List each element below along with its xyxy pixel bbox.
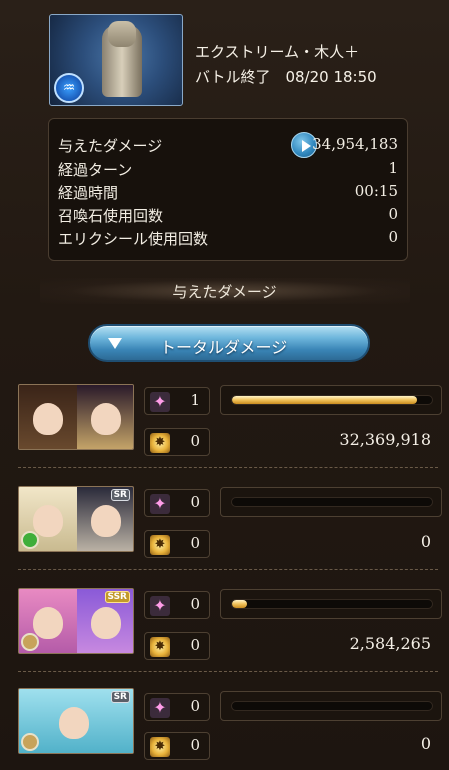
character-face bbox=[91, 505, 121, 537]
row-divider bbox=[18, 467, 438, 468]
light-element-icon bbox=[21, 633, 39, 651]
summary-label: エリクシール使用回数 bbox=[58, 230, 209, 248]
sparkle-icon: ✦ bbox=[150, 596, 170, 616]
damage-bar-fill bbox=[232, 396, 418, 404]
damage-bar-track bbox=[231, 599, 433, 609]
character-face bbox=[33, 505, 63, 537]
ougi-count: 0 bbox=[190, 636, 200, 654]
ougi-count: 0 bbox=[190, 736, 200, 754]
ougi-count-badge: ✸ 0 bbox=[144, 732, 210, 760]
damage-bar-track bbox=[231, 497, 433, 507]
damage-value: 0 bbox=[420, 532, 431, 551]
ougi-count: 0 bbox=[190, 534, 200, 552]
damage-value: 32,369,918 bbox=[339, 430, 431, 449]
total-damage-label: トータルダメージ bbox=[160, 338, 288, 357]
ougi-count-badge: ✸ 0 bbox=[144, 632, 210, 660]
burst-icon: ✸ bbox=[150, 433, 170, 453]
damage-bar bbox=[220, 487, 442, 517]
skill-count: 1 bbox=[190, 391, 200, 409]
burst-icon: ✸ bbox=[150, 637, 170, 657]
character-portrait[interactable] bbox=[18, 384, 134, 450]
character-portrait[interactable]: SR bbox=[18, 688, 134, 754]
summary-row-elixir: エリクシール使用回数 0 bbox=[58, 228, 398, 250]
skill-count-badge: ✦ 0 bbox=[144, 693, 210, 721]
party-member-row: SR ✦ 0 ✸ 0 0 bbox=[0, 688, 449, 770]
water-element-icon: ♒ bbox=[54, 73, 84, 103]
skill-count-badge: ✦ 0 bbox=[144, 591, 210, 619]
damage-bar bbox=[220, 385, 442, 415]
row-divider bbox=[18, 569, 438, 570]
battle-summary-panel: 与えたダメージ 34,954,183 経過ターン 1 経過時間 00:15 召喚… bbox=[48, 118, 408, 261]
party-member-row: SSR ✦ 0 ✸ 0 2,584,265 bbox=[0, 586, 449, 688]
rarity-badge: SR bbox=[110, 691, 130, 703]
quest-title: エクストリーム・木人＋ bbox=[195, 43, 360, 61]
burst-icon: ✸ bbox=[150, 535, 170, 555]
triangle-down-icon bbox=[108, 338, 122, 349]
character-portrait[interactable]: SSR bbox=[18, 588, 134, 654]
skill-count-badge: ✦ 0 bbox=[144, 489, 210, 517]
training-dummy-head bbox=[108, 21, 136, 47]
rarity-badge: SSR bbox=[104, 591, 130, 603]
character-face bbox=[91, 607, 121, 639]
ougi-count-badge: ✸ 0 bbox=[144, 428, 210, 456]
quest-thumbnail: ♒ bbox=[49, 14, 183, 106]
row-divider bbox=[18, 671, 438, 672]
wind-element-icon bbox=[21, 531, 39, 549]
burst-icon: ✸ bbox=[150, 737, 170, 757]
character-face bbox=[33, 607, 63, 639]
skill-count: 0 bbox=[190, 595, 200, 613]
rarity-badge: SR bbox=[110, 489, 130, 501]
party-member-row: SR ✦ 0 ✸ 0 0 bbox=[0, 484, 449, 586]
skill-count-badge: ✦ 1 bbox=[144, 387, 210, 415]
party-member-row: ✦ 1 ✸ 0 32,369,918 bbox=[0, 382, 449, 484]
total-damage-button[interactable]: トータルダメージ bbox=[88, 324, 370, 362]
summary-label: 召喚石使用回数 bbox=[58, 207, 164, 225]
damage-bar bbox=[220, 691, 442, 721]
damage-bar bbox=[220, 589, 442, 619]
sparkle-icon: ✦ bbox=[150, 698, 170, 718]
summary-row-damage: 与えたダメージ 34,954,183 bbox=[58, 132, 398, 158]
character-portrait[interactable]: SR bbox=[18, 486, 134, 552]
summary-label: 与えたダメージ bbox=[58, 137, 163, 155]
ougi-count-badge: ✸ 0 bbox=[144, 530, 210, 558]
damage-bar-track bbox=[231, 395, 433, 405]
summary-value: 0 bbox=[388, 205, 398, 223]
summary-label: 経過ターン bbox=[58, 161, 133, 179]
battle-result-page: ♒ エクストリーム・木人＋ バトル終了 08/20 18:50 与えたダメージ … bbox=[0, 0, 449, 770]
summary-value: 34,954,183 bbox=[312, 135, 398, 153]
damage-bar-fill bbox=[232, 600, 247, 608]
summary-label: 経過時間 bbox=[58, 184, 119, 202]
summary-row-summons: 召喚石使用回数 0 bbox=[58, 205, 398, 227]
sparkle-icon: ✦ bbox=[150, 392, 170, 412]
character-face bbox=[33, 403, 63, 435]
damage-value: 0 bbox=[420, 734, 431, 753]
summary-row-time: 経過時間 00:15 bbox=[58, 182, 398, 204]
summary-value: 00:15 bbox=[354, 182, 398, 200]
section-title: 与えたダメージ bbox=[172, 283, 277, 301]
ougi-count: 0 bbox=[190, 432, 200, 450]
battle-end-time: バトル終了 08/20 18:50 bbox=[195, 68, 377, 86]
damage-value: 2,584,265 bbox=[349, 634, 431, 653]
portrait-left bbox=[19, 385, 77, 449]
sparkle-icon: ✦ bbox=[150, 494, 170, 514]
character-face bbox=[91, 403, 121, 435]
character-face bbox=[59, 707, 89, 739]
portrait-right bbox=[77, 385, 133, 449]
summary-value: 1 bbox=[388, 159, 398, 177]
summary-row-turns: 経過ターン 1 bbox=[58, 159, 398, 181]
light-element-icon bbox=[21, 733, 39, 751]
skill-count: 0 bbox=[190, 697, 200, 715]
damage-bar-track bbox=[231, 701, 433, 711]
summary-value: 0 bbox=[388, 228, 398, 246]
skill-count: 0 bbox=[190, 493, 200, 511]
